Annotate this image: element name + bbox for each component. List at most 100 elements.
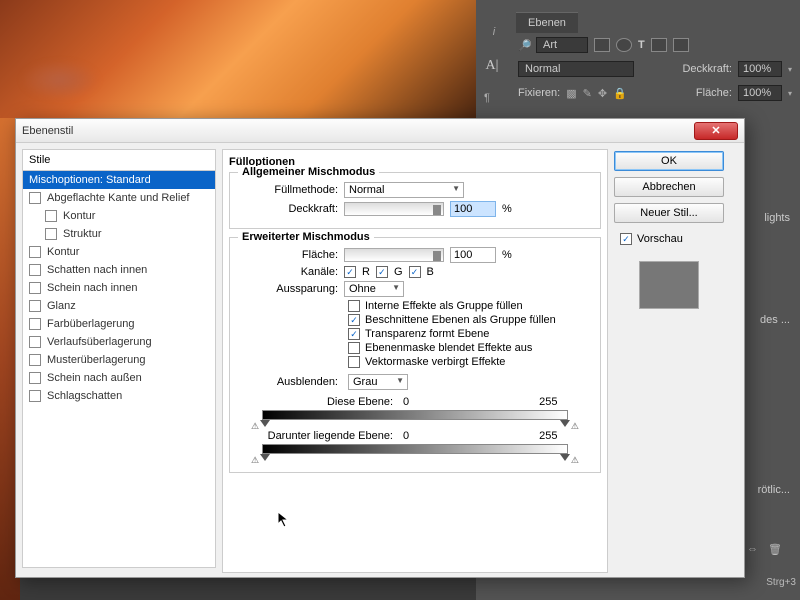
filter-type-icon[interactable]: T <box>638 39 645 51</box>
style-item[interactable]: Farbüberlagerung <box>23 315 215 333</box>
channel-g-checkbox[interactable] <box>376 266 388 278</box>
preview-label: Vorschau <box>637 233 683 245</box>
knockout-label: Aussparung: <box>238 283 338 295</box>
fill-label: Fläche: <box>696 87 732 99</box>
preview-swatch <box>639 261 699 309</box>
layers-tab[interactable]: Ebenen <box>516 12 578 33</box>
lock-transparency-icon[interactable]: ▩ <box>566 87 576 100</box>
channel-r-checkbox[interactable] <box>344 266 356 278</box>
underlying-white-slider[interactable] <box>560 454 570 461</box>
style-checkbox[interactable] <box>29 246 41 258</box>
blend-interior-checkbox[interactable] <box>348 300 360 312</box>
style-checkbox[interactable] <box>29 354 41 366</box>
lock-position-icon[interactable]: ✥ <box>598 87 607 100</box>
style-item-label: Schatten nach innen <box>47 264 147 276</box>
style-item[interactable]: Verlaufsüberlagerung <box>23 333 215 351</box>
style-checkbox[interactable] <box>29 390 41 402</box>
filter-pixel-icon[interactable] <box>594 38 610 52</box>
cancel-button[interactable]: Abbrechen <box>614 177 724 197</box>
character-panel-icon[interactable]: A| <box>480 58 504 78</box>
styles-list-panel: Stile Mischoptionen: Standard Abgeflachte… <box>22 149 216 573</box>
underlying-high: 255 <box>539 430 557 442</box>
info-icon[interactable]: i <box>482 20 506 44</box>
filter-smart-icon[interactable] <box>673 38 689 52</box>
style-item-label: Farbüberlagerung <box>47 318 134 330</box>
style-checkbox[interactable] <box>29 372 41 384</box>
style-item[interactable]: Mischoptionen: Standard <box>23 171 215 189</box>
ok-button[interactable]: OK <box>614 151 724 171</box>
dialog-titlebar[interactable]: Ebenenstil ✕ <box>16 119 744 143</box>
styles-header[interactable]: Stile <box>22 149 216 170</box>
warning-icon: ⚠ <box>251 455 259 466</box>
vector-mask-hides-checkbox[interactable] <box>348 356 360 368</box>
layer-mask-hides-checkbox[interactable] <box>348 342 360 354</box>
this-layer-gradient[interactable]: ⚠ ⚠ <box>262 410 568 420</box>
style-item[interactable]: Abgeflachte Kante und Relief <box>23 189 215 207</box>
blend-interior-label: Interne Effekte als Gruppe füllen <box>365 300 523 312</box>
style-item[interactable]: Musterüberlagerung <box>23 351 215 369</box>
style-item-label: Abgeflachte Kante und Relief <box>47 192 190 204</box>
style-item[interactable]: Kontur <box>23 243 215 261</box>
channel-g-label: G <box>394 266 403 278</box>
filter-type-select[interactable]: Art <box>536 37 588 53</box>
trash-icon[interactable]: 🗑 <box>768 543 782 556</box>
underlying-gradient[interactable]: ⚠ ⚠ <box>262 444 568 454</box>
style-item[interactable]: Schlagschatten <box>23 387 215 405</box>
channel-b-checkbox[interactable] <box>409 266 421 278</box>
style-checkbox[interactable] <box>29 300 41 312</box>
style-item[interactable]: Kontur <box>23 207 215 225</box>
this-layer-white-slider[interactable] <box>560 420 570 427</box>
fill-value[interactable]: 100% <box>738 85 782 101</box>
style-checkbox[interactable] <box>29 318 41 330</box>
style-item-label: Schein nach außen <box>47 372 142 384</box>
style-item[interactable]: Glanz <box>23 297 215 315</box>
this-layer-black-slider[interactable] <box>260 420 270 427</box>
transparency-shapes-label: Transparenz formt Ebene <box>365 328 489 340</box>
filter-shape-icon[interactable] <box>651 38 667 52</box>
new-style-button[interactable]: Neuer Stil... <box>614 203 724 223</box>
style-checkbox[interactable] <box>45 210 57 222</box>
style-checkbox[interactable] <box>29 336 41 348</box>
style-item-label: Kontur <box>63 210 95 222</box>
underlying-low: 0 <box>403 430 409 442</box>
paragraph-panel-icon[interactable]: ¶ <box>484 92 500 108</box>
fill-opacity-label: Fläche: <box>238 249 338 261</box>
style-item-label: Musterüberlagerung <box>47 354 145 366</box>
style-item[interactable]: Schatten nach innen <box>23 261 215 279</box>
percent-label: % <box>502 203 512 215</box>
filter-adjust-icon[interactable] <box>616 38 632 52</box>
opacity-slider[interactable] <box>344 202 444 216</box>
opacity-input[interactable]: 100 <box>450 201 496 217</box>
opacity-value[interactable]: 100% <box>738 61 782 77</box>
fill-opacity-slider[interactable] <box>344 248 444 262</box>
style-item[interactable]: Schein nach außen <box>23 369 215 387</box>
general-blend-fieldset: Allgemeiner Mischmodus Füllmethode: Norm… <box>229 172 601 229</box>
advanced-blend-fieldset: Erweiterter Mischmodus Fläche: 100 % Kan… <box>229 237 601 473</box>
preview-checkbox[interactable] <box>620 233 632 245</box>
opacity-label: Deckkraft: <box>238 203 338 215</box>
close-button[interactable]: ✕ <box>694 122 738 140</box>
knockout-dropdown[interactable]: Ohne <box>344 281 404 297</box>
transparency-shapes-checkbox[interactable] <box>348 328 360 340</box>
blend-mode-dropdown[interactable]: Normal <box>344 182 464 198</box>
this-layer-label: Diese Ebene: <box>238 396 393 408</box>
underlying-black-slider[interactable] <box>260 454 270 461</box>
vector-mask-hides-label: Vektormaske verbirgt Effekte <box>365 356 505 368</box>
style-item-label: Kontur <box>47 246 79 258</box>
lock-all-icon[interactable]: 🔒 <box>613 87 627 100</box>
fill-opacity-input[interactable]: 100 <box>450 247 496 263</box>
blendif-dropdown[interactable]: Grau <box>348 374 408 390</box>
lock-paint-icon[interactable]: ✎ <box>583 87 592 100</box>
style-checkbox[interactable] <box>29 192 41 204</box>
style-checkbox[interactable] <box>29 282 41 294</box>
style-checkbox[interactable] <box>45 228 57 240</box>
blend-mode-select[interactable]: Normal <box>518 61 634 77</box>
style-item[interactable]: Struktur <box>23 225 215 243</box>
style-item[interactable]: Schein nach innen <box>23 279 215 297</box>
style-item-label: Mischoptionen: Standard <box>29 174 151 186</box>
style-checkbox[interactable] <box>29 264 41 276</box>
blend-clipped-checkbox[interactable] <box>348 314 360 326</box>
link-layers-icon[interactable]: ⇔ <box>747 543 758 556</box>
channel-b-label: B <box>427 266 434 278</box>
warning-icon: ⚠ <box>251 421 259 432</box>
